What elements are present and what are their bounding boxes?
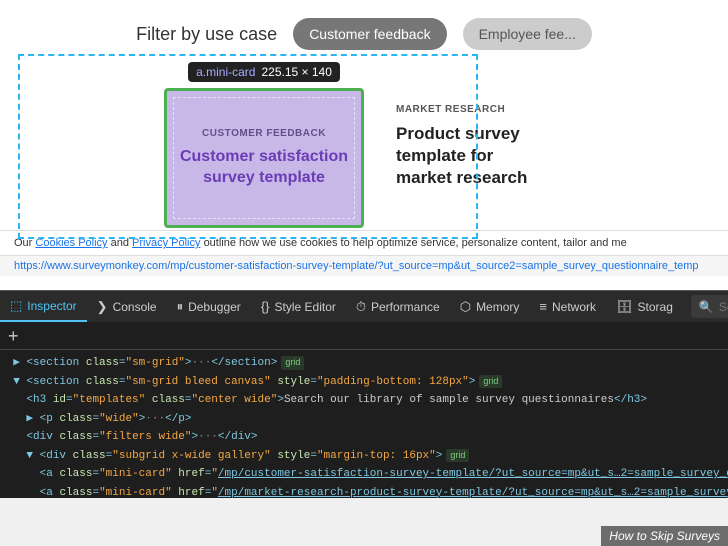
memory-icon: ⬡ [460, 299, 471, 315]
html-line: ▶ <p class="wide"> ··· </p> [0, 410, 728, 429]
right-card[interactable]: MARKET RESEARCH Product survey template … [384, 90, 564, 230]
html-line: ▼ <section class="sm-grid bleed canvas" … [0, 373, 728, 392]
inspector-label: Inspector [27, 299, 76, 313]
left-card-wrapper: a.mini-card 225.15 × 140 CUSTOMER FEEDBA… [164, 62, 364, 228]
memory-label: Memory [476, 300, 519, 314]
tab-debugger[interactable]: ⏸ Debugger [167, 291, 251, 322]
card-category: CUSTOMER FEEDBACK [202, 128, 326, 139]
customer-feedback-btn[interactable]: Customer feedback [293, 18, 446, 50]
performance-label: Performance [371, 300, 440, 314]
storage-label: Storag [638, 300, 673, 314]
tab-network[interactable]: ≡ Network [529, 291, 606, 322]
filter-title: Filter by use case [136, 24, 277, 45]
html-line: ▼ <div class="subgrid x-wide gallery" st… [0, 447, 728, 466]
tooltip-class: a.mini-card [196, 65, 255, 79]
html-line: <h3 id="templates" class="center wide"> … [0, 391, 728, 410]
inspector-icon: ⬚ [10, 298, 22, 314]
employee-feedback-btn[interactable]: Employee fee... [463, 18, 592, 50]
selected-card[interactable]: CUSTOMER FEEDBACK Customer satisfaction … [164, 88, 364, 228]
url-bar: https://www.surveymonkey.com/mp/customer… [0, 255, 728, 276]
cookie-bar: Our Cookies Policy and Privacy Policy ou… [0, 230, 728, 255]
html-line: <a class="mini-card" href=" /mp/market-r… [0, 484, 728, 499]
devtools-toolbar: ⬚ Inspector ❯ Console ⏸ Debugger {} Styl… [0, 290, 728, 322]
network-label: Network [552, 300, 596, 314]
devtools-secondary: + [0, 322, 728, 350]
search-box[interactable]: 🔍 [691, 295, 728, 318]
card-tooltip: a.mini-card 225.15 × 140 [188, 62, 340, 82]
browser-content: Filter by use case Customer feedback Emp… [0, 0, 728, 290]
search-icon: 🔍 [699, 300, 714, 314]
tooltip-dims: 225.15 × 140 [261, 65, 331, 79]
right-card-category: MARKET RESEARCH [396, 104, 505, 115]
tab-storage[interactable]: 🗄 Storag [606, 291, 683, 322]
console-icon: ❯ [97, 299, 108, 315]
filter-section: Filter by use case Customer feedback Emp… [0, 0, 728, 60]
add-button[interactable]: + [8, 327, 19, 345]
performance-icon: ⏱ [356, 299, 366, 315]
html-line: ▶ <section class="sm-grid"> ··· </sectio… [0, 354, 728, 373]
watermark: How to Skip Surveys [601, 526, 728, 546]
debugger-icon: ⏸ [177, 299, 184, 315]
cookies-policy-link[interactable]: Cookies Policy [35, 237, 107, 249]
tab-inspector[interactable]: ⬚ Inspector [0, 291, 87, 322]
html-line: <a class="mini-card" href=" /mp/customer… [0, 465, 728, 484]
console-label: Console [113, 300, 157, 314]
debugger-label: Debugger [188, 300, 241, 314]
html-source[interactable]: ▶ <section class="sm-grid"> ··· </sectio… [0, 350, 728, 498]
network-icon: ≡ [539, 299, 547, 314]
storage-icon: 🗄 [616, 299, 633, 315]
tab-style-editor[interactable]: {} Style Editor [251, 291, 346, 322]
search-input[interactable] [719, 300, 728, 314]
tab-memory[interactable]: ⬡ Memory [450, 291, 530, 322]
tab-console[interactable]: ❯ Console [87, 291, 167, 322]
card-title: Customer satisfaction survey template [177, 147, 351, 189]
style-editor-label: Style Editor [275, 300, 336, 314]
tab-performance[interactable]: ⏱ Performance [346, 291, 450, 322]
privacy-policy-link[interactable]: Privacy Policy [132, 237, 200, 249]
style-editor-icon: {} [261, 299, 270, 314]
html-line: <div class="filters wide"> ··· </div> [0, 428, 728, 447]
right-card-title: Product survey template for market resea… [396, 123, 552, 189]
